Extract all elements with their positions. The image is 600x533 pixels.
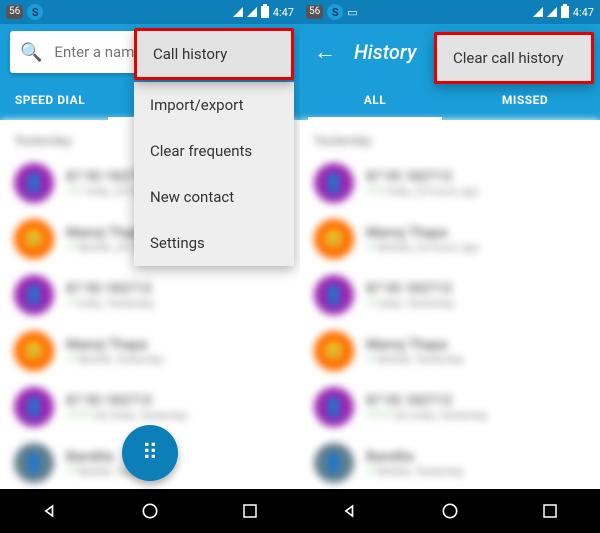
nav-bar xyxy=(0,489,300,533)
avatar: 😊 xyxy=(14,219,54,259)
outgoing-icon: ↗ xyxy=(66,242,74,253)
avatar: 😊 xyxy=(314,331,354,371)
avatar: 👤 xyxy=(314,275,354,315)
list-item[interactable]: 👤87 95 183713↗↗↗(6) India, Yesterday xyxy=(300,379,600,435)
list-item[interactable]: 👤87 95 183713↗India, Yesterday xyxy=(0,267,300,323)
avatar: 👤 xyxy=(14,387,54,427)
notification-badge: 56 xyxy=(306,5,323,19)
avatar: 👤 xyxy=(14,275,54,315)
outgoing-icon: ↗↗↗ xyxy=(66,410,91,421)
tab-all[interactable]: ALL xyxy=(300,80,450,120)
battery-icon xyxy=(261,6,269,18)
screenshot-icon: ▭ xyxy=(347,6,357,19)
outgoing-icon: ↗↗ xyxy=(66,186,83,197)
menu-clear-call-history[interactable]: Clear call history xyxy=(437,35,591,81)
overflow-menu: Import/export Clear frequents New contac… xyxy=(134,82,294,266)
overflow-menu-highlight: Clear call history xyxy=(434,32,594,84)
avatar: 👤 xyxy=(14,443,54,483)
status-bar: 56 S 4:47 xyxy=(0,0,300,24)
menu-clear-frequents[interactable]: Clear frequents xyxy=(134,128,294,174)
call-list: Yesterday 👤87 95 183713↗↗India, 23 hours… xyxy=(300,120,600,489)
signal-icon xyxy=(547,7,557,17)
list-item[interactable]: 👤87 95 183713↗India, Yesterday xyxy=(300,267,600,323)
page-title: History xyxy=(354,40,416,64)
tabs: ALL MISSED xyxy=(300,80,600,120)
list-item[interactable]: 😊Manoj Thapa↗Mobile, 23 hours ago xyxy=(300,211,600,267)
avatar: 👤 xyxy=(314,443,354,483)
outgoing-icon: ↗ xyxy=(366,298,374,309)
outgoing-icon: ↗ xyxy=(66,466,74,477)
outgoing-icon: ↗↗↗ xyxy=(366,410,391,421)
battery-icon xyxy=(561,6,569,18)
dialpad-fab[interactable]: ⠿ xyxy=(122,425,178,481)
list-item[interactable]: 👤Bandita↗Mobile, Yesterday xyxy=(300,435,600,491)
status-bar: 56 S ▭ 4:47 xyxy=(300,0,600,24)
nav-bar xyxy=(300,489,600,533)
outgoing-icon: ↗ xyxy=(366,354,374,365)
clock: 4:47 xyxy=(573,6,594,19)
phone-right: 56 S ▭ 4:47 ← History ALL MISSED Yesterd… xyxy=(300,0,600,533)
nav-recent[interactable] xyxy=(238,499,262,523)
app-s-icon: S xyxy=(27,4,43,20)
list-item[interactable]: 😊Manoj Thapa↗Mobile, Yesterday xyxy=(0,323,300,379)
nav-home[interactable] xyxy=(138,499,162,523)
avatar: 😊 xyxy=(314,219,354,259)
avatar: 😊 xyxy=(14,331,54,371)
signal-icon xyxy=(247,7,257,17)
nav-home[interactable] xyxy=(438,499,462,523)
outgoing-icon: ↗ xyxy=(66,298,74,309)
avatar: 👤 xyxy=(314,163,354,203)
list-item[interactable]: 👤87 95 183713↗↗India, 23 hours ago xyxy=(300,155,600,211)
list-item[interactable]: 😊Manoj Thapa↗Mobile, Yesterday xyxy=(300,323,600,379)
nav-back[interactable] xyxy=(338,499,362,523)
overflow-menu-highlight: Call history xyxy=(134,28,294,80)
avatar: 👤 xyxy=(14,163,54,203)
menu-call-history[interactable]: Call history xyxy=(137,31,291,77)
outgoing-icon: ↗ xyxy=(366,242,374,253)
tab-missed[interactable]: MISSED xyxy=(450,80,600,120)
avatar: 👤 xyxy=(314,387,354,427)
menu-settings[interactable]: Settings xyxy=(134,220,294,266)
nav-recent[interactable] xyxy=(538,499,562,523)
search-icon: 🔍 xyxy=(20,42,42,63)
notification-badge: 56 xyxy=(6,5,23,19)
outgoing-icon: ↗↗ xyxy=(366,186,383,197)
signal-icon xyxy=(233,7,243,17)
back-arrow-icon[interactable]: ← xyxy=(314,39,336,65)
clock: 4:47 xyxy=(273,6,294,19)
app-s-icon: S xyxy=(327,4,343,20)
outgoing-icon: ↗ xyxy=(66,354,74,365)
outgoing-icon: ↗ xyxy=(366,466,374,477)
tab-speed-dial[interactable]: SPEED DIAL xyxy=(0,80,100,120)
signal-icon xyxy=(533,7,543,17)
menu-import-export[interactable]: Import/export xyxy=(134,82,294,128)
menu-new-contact[interactable]: New contact xyxy=(134,174,294,220)
phone-left: 56 S 4:47 🔍 SPEED DIAL R Yesterday 👤87 9… xyxy=(0,0,300,533)
nav-back[interactable] xyxy=(38,499,62,523)
section-header: Yesterday xyxy=(300,128,600,155)
